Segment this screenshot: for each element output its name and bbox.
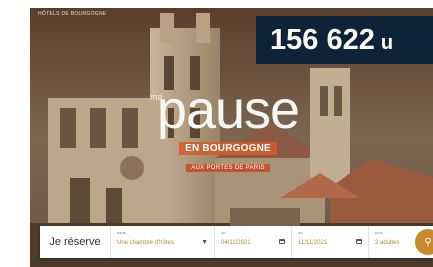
search-icon: ⚲: [424, 236, 432, 248]
room-type-value: Une chambre d'hôtes: [117, 240, 174, 246]
check-in-value: 04/11/2021: [221, 240, 251, 246]
check-in-date-field[interactable]: du 04/11/2021: [215, 226, 292, 258]
check-in-label: du: [221, 230, 226, 235]
room-type-label: dans: [117, 230, 126, 235]
check-out-value: 11/11/2021: [298, 240, 328, 246]
count-value: 156 622: [270, 24, 375, 56]
room-type-select[interactable]: dans Une chambre d'hôtes ▼: [111, 226, 215, 258]
booking-bar: Je réserve dans Une chambre d'hôtes ▼ du…: [40, 226, 433, 258]
region-badge: EN BOURGOGNE: [179, 142, 277, 155]
brand-logo: ma pause EN BOURGOGNE AUX PORTES DE PARI…: [148, 82, 308, 174]
site-label: HÔTELS DE BOURGOGNE: [38, 11, 107, 17]
screenshot-frame: HÔTELS DE BOURGOGNE ma pause EN BOURGOGN…: [0, 0, 433, 267]
tagline-badge: AUX PORTES DE PARIS: [186, 164, 270, 172]
search-button[interactable]: ⚲: [415, 229, 433, 255]
guests-value: 2 adultes: [375, 240, 400, 246]
check-out-date-field[interactable]: au 11/11/2021: [292, 226, 369, 258]
count-banner: 156 622 u: [256, 16, 433, 64]
logo-word: pause: [156, 80, 300, 140]
calendar-icon: [356, 239, 362, 244]
chevron-down-icon: ▼: [201, 239, 208, 246]
logo-prefix: ma: [150, 92, 163, 102]
calendar-icon: [279, 239, 285, 244]
check-out-label: au: [298, 230, 303, 235]
guests-select[interactable]: pour 2 adultes: [369, 226, 413, 258]
count-unit: u: [380, 32, 394, 54]
guests-label: pour: [375, 230, 384, 235]
booking-title: Je réserve: [40, 226, 111, 258]
